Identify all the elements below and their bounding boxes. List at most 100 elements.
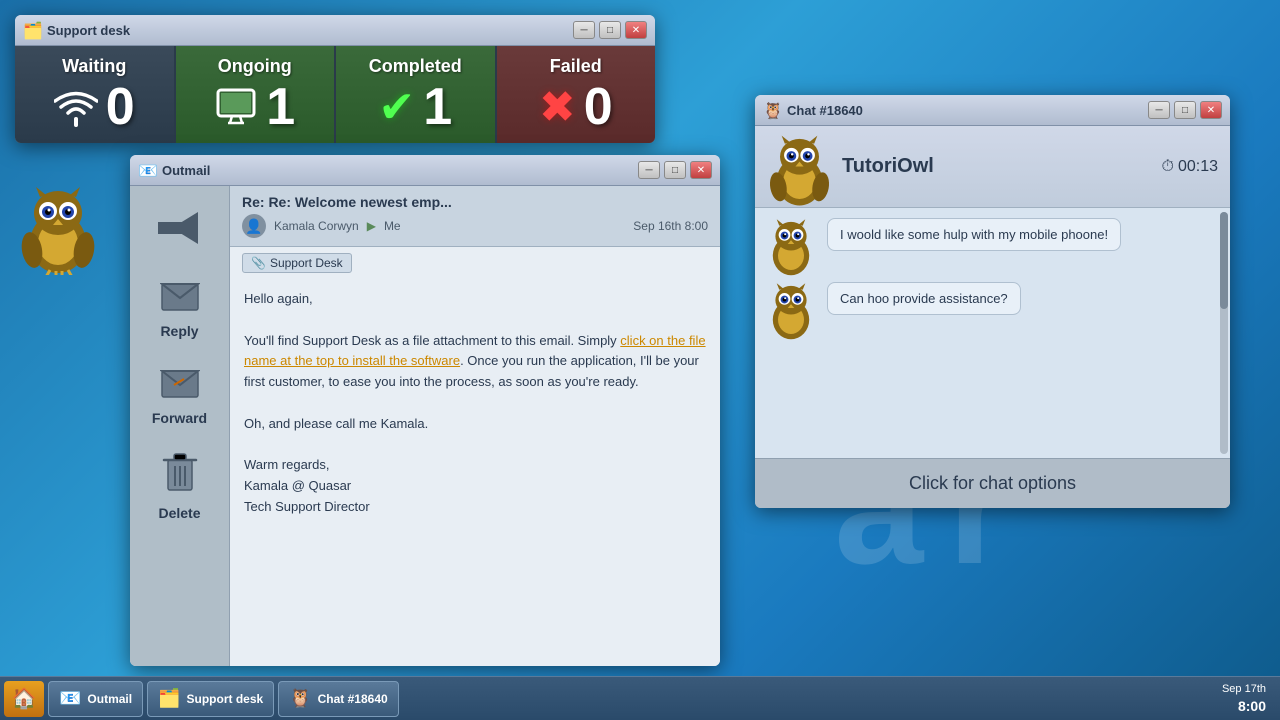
outmail-maximize[interactable]: □	[664, 161, 686, 179]
email-greeting: Hello again,	[244, 289, 706, 310]
taskbar-support-icon: 🗂️	[158, 688, 180, 709]
attachment-tag[interactable]: 📎 Support Desk	[242, 253, 352, 273]
back-button[interactable]	[140, 196, 220, 260]
forward-icon	[160, 363, 200, 406]
start-button[interactable]: 🏠	[4, 681, 44, 717]
stat-completed[interactable]: Completed ✔ 1	[336, 46, 497, 143]
stat-completed-content: ✔ 1	[378, 81, 452, 133]
chat-icon: 🦉	[763, 101, 781, 119]
email-header: Re: Re: Welcome newest emp... 👤 Kamala C…	[230, 186, 720, 247]
email-date: Sep 16th 8:00	[633, 219, 708, 233]
chat-maximize[interactable]: □	[1174, 101, 1196, 119]
chat-message-1: I woold like some hulp with my mobile ph…	[765, 218, 1212, 270]
support-desk-maximize[interactable]: □	[599, 21, 621, 39]
support-desk-icon: 🗂️	[23, 21, 41, 39]
arrow-icon: ▶	[367, 219, 376, 233]
reply-label: Reply	[160, 323, 198, 339]
outmail-title: Outmail	[162, 163, 632, 178]
taskbar-chat[interactable]: 🦉 Chat #18640	[278, 681, 398, 717]
support-desk-minimize[interactable]: ─	[573, 21, 595, 39]
support-desk-title: Support desk	[47, 23, 567, 38]
taskbar-clock: Sep 17th 8:00	[1212, 682, 1276, 714]
outmail-controls: ─ □ ✕	[638, 161, 712, 179]
chat-message-2: Can hoo provide assistance?	[765, 282, 1212, 334]
delete-button[interactable]: Delete	[135, 442, 225, 529]
clock-time: 8:00	[1222, 697, 1266, 715]
stat-completed-label: Completed	[369, 56, 462, 77]
chat-scrollbar[interactable]	[1220, 212, 1228, 454]
chat-contact-avatar	[767, 134, 832, 199]
stat-ongoing-content: 1	[214, 81, 295, 133]
forward-button[interactable]: Forward	[135, 355, 225, 434]
taskbar-chat-label: Chat #18640	[318, 692, 388, 706]
timer-value: 00:13	[1178, 158, 1218, 176]
chat-minimize[interactable]: ─	[1148, 101, 1170, 119]
stat-waiting[interactable]: Waiting 0	[15, 46, 176, 143]
chat-contact-name: TutoriOwl	[842, 155, 1151, 178]
forward-label: Forward	[152, 410, 207, 426]
email-from: Kamala Corwyn	[274, 219, 359, 233]
taskbar: 🏠 📧 Outmail 🗂️ Support desk 🦉 Chat #1864…	[0, 676, 1280, 720]
message-2-avatar	[765, 282, 817, 334]
stat-ongoing-label: Ongoing	[218, 56, 292, 77]
outmail-sidebar: Reply Forward	[130, 186, 230, 666]
desktop-owl	[18, 185, 98, 265]
outmail-close[interactable]: ✕	[690, 161, 712, 179]
stat-failed-label: Failed	[550, 56, 602, 77]
checkmark-icon: ✔	[378, 82, 415, 133]
chat-messages: I woold like some hulp with my mobile ph…	[755, 208, 1230, 458]
support-desk-close[interactable]: ✕	[625, 21, 647, 39]
email-subject: Re: Re: Welcome newest emp...	[242, 194, 708, 210]
start-icon: 🏠	[12, 686, 37, 711]
outmail-body: Reply Forward	[130, 186, 720, 666]
stat-waiting-label: Waiting	[62, 56, 126, 77]
chat-scroll-thumb	[1220, 212, 1228, 309]
taskbar-support-desk[interactable]: 🗂️ Support desk	[147, 681, 274, 717]
chat-messages-wrap: I woold like some hulp with my mobile ph…	[755, 208, 1230, 458]
support-desk-window: 🗂️ Support desk ─ □ ✕ Waiting 0	[15, 15, 655, 143]
outmail-window: 📧 Outmail ─ □ ✕	[130, 155, 720, 666]
clock-icon: ⏱	[1161, 158, 1173, 176]
chat-timer: ⏱ 00:13	[1161, 158, 1218, 176]
stat-ongoing[interactable]: Ongoing 1	[176, 46, 337, 143]
support-desk-stats: Waiting 0 Ongoing	[15, 46, 655, 143]
delete-icon	[160, 450, 200, 501]
outmail-icon: 📧	[138, 161, 156, 179]
taskbar-support-label: Support desk	[187, 692, 264, 706]
stat-failed[interactable]: Failed ✖ 0	[497, 46, 656, 143]
email-to: Me	[384, 219, 401, 233]
stat-failed-count: 0	[584, 81, 613, 133]
delete-label: Delete	[158, 505, 200, 521]
stat-ongoing-count: 1	[266, 81, 295, 133]
email-closing: Warm regards,Kamala @ QuasarTech Support…	[244, 455, 706, 517]
email-content: Re: Re: Welcome newest emp... 👤 Kamala C…	[230, 186, 720, 666]
wifi-icon	[54, 87, 98, 127]
taskbar-outmail-label: Outmail	[87, 692, 132, 706]
email-paragraph1: You'll find Support Desk as a file attac…	[244, 331, 706, 393]
monitor-icon	[214, 87, 258, 127]
chat-contact-header: TutoriOwl ⏱ 00:13	[755, 126, 1230, 208]
outmail-titlebar: 📧 Outmail ─ □ ✕	[130, 155, 720, 186]
taskbar-outmail-icon: 📧	[59, 688, 81, 709]
message-2-text: Can hoo provide assistance?	[827, 282, 1021, 315]
reply-button[interactable]: Reply	[135, 268, 225, 347]
email-paragraph2: Oh, and please call me Kamala.	[244, 414, 706, 435]
email-meta: 👤 Kamala Corwyn ▶ Me Sep 16th 8:00	[242, 214, 708, 238]
chat-titlebar: 🦉 Chat #18640 ─ □ ✕	[755, 95, 1230, 126]
xmark-icon: ✖	[539, 82, 576, 133]
outmail-minimize[interactable]: ─	[638, 161, 660, 179]
clock-date: Sep 17th	[1222, 682, 1266, 696]
chat-title: Chat #18640	[787, 103, 1142, 118]
chat-close[interactable]: ✕	[1200, 101, 1222, 119]
reply-icon	[160, 276, 200, 319]
install-link[interactable]: click on the file name at the top to ins…	[244, 333, 706, 369]
message-1-text: I woold like some hulp with my mobile ph…	[827, 218, 1121, 251]
stat-waiting-content: 0	[54, 81, 135, 133]
support-desk-titlebar: 🗂️ Support desk ─ □ ✕	[15, 15, 655, 46]
attachment-name: Support Desk	[270, 256, 343, 270]
chat-controls: ─ □ ✕	[1148, 101, 1222, 119]
sender-avatar: 👤	[242, 214, 266, 238]
taskbar-outmail[interactable]: 📧 Outmail	[48, 681, 143, 717]
chat-options-bar[interactable]: Click for chat options	[755, 458, 1230, 508]
stat-completed-count: 1	[423, 81, 452, 133]
